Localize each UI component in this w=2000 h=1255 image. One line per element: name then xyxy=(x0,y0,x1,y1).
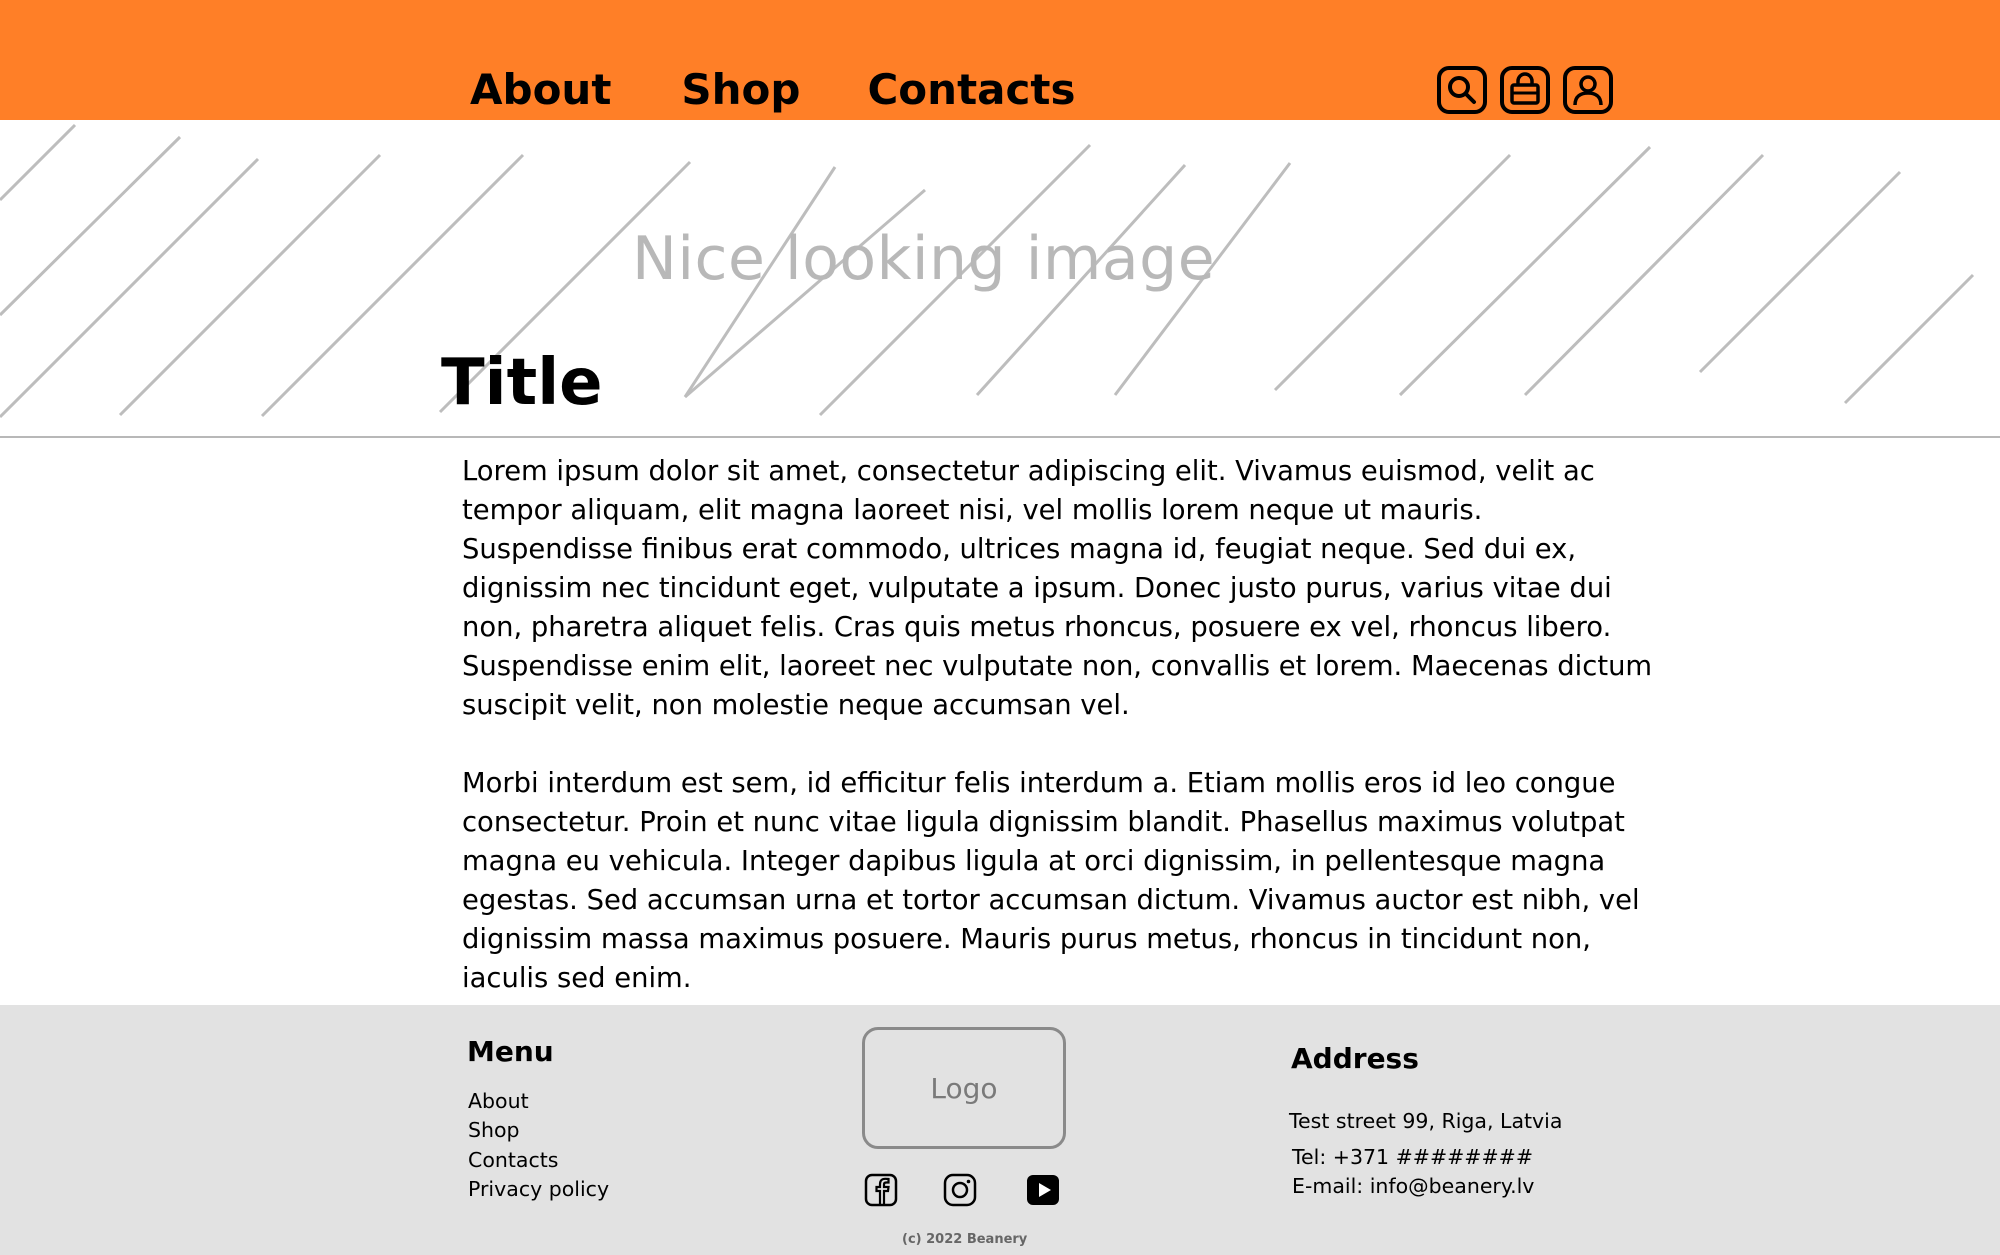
footer-menu-item: About xyxy=(468,1087,609,1116)
page-title: Title xyxy=(441,346,603,420)
facebook-link[interactable] xyxy=(864,1173,898,1207)
address-email: E-mail: info@beanery.lv xyxy=(1292,1174,1535,1198)
nav-contacts-link[interactable]: Contacts xyxy=(867,62,1075,118)
footer-link-shop[interactable]: Shop xyxy=(468,1118,520,1142)
instagram-link[interactable] xyxy=(943,1173,977,1207)
footer-menu-item: Privacy policy xyxy=(468,1175,609,1204)
youtube-icon xyxy=(1027,1175,1059,1205)
user-icon xyxy=(1573,75,1603,106)
logo-text: Logo xyxy=(930,1071,998,1105)
site-header: About Shop Contacts xyxy=(0,0,2000,120)
copyright-text: (c) 2022 Beanery xyxy=(902,1232,1028,1247)
hero-image-placeholder: Nice looking image Title xyxy=(0,120,2000,438)
footer-menu: About Shop Contacts Privacy policy xyxy=(468,1087,609,1204)
body-paragraph-2: Morbi interdum est sem, id efficitur fel… xyxy=(462,768,1640,994)
search-icon xyxy=(1448,76,1476,104)
nav-shop-link[interactable]: Shop xyxy=(681,62,800,118)
instagram-icon xyxy=(943,1173,977,1207)
footer-link-privacy[interactable]: Privacy policy xyxy=(468,1177,609,1201)
footer-menu-item: Shop xyxy=(468,1116,609,1145)
nav-about-link[interactable]: About xyxy=(470,62,611,118)
footer-address-heading: Address xyxy=(1291,1042,1419,1075)
footer-link-about[interactable]: About xyxy=(468,1089,529,1113)
account-button[interactable] xyxy=(1563,66,1613,114)
site-footer: Menu About Shop Contacts Privacy policy … xyxy=(0,1005,2000,1255)
footer-link-contacts[interactable]: Contacts xyxy=(468,1148,558,1172)
youtube-link[interactable] xyxy=(1026,1173,1060,1207)
cart-button[interactable] xyxy=(1500,66,1550,114)
facebook-icon xyxy=(864,1173,898,1207)
main-nav: About Shop Contacts xyxy=(470,62,1075,118)
footer-menu-heading: Menu xyxy=(467,1035,554,1068)
footer-logo[interactable]: Logo xyxy=(862,1027,1066,1149)
hero-caption: Nice looking image xyxy=(632,224,1216,294)
main-content: Lorem ipsum dolor sit amet, consectetur … xyxy=(462,452,1662,1037)
bag-icon xyxy=(1510,72,1540,105)
body-paragraph-1: Lorem ipsum dolor sit amet, consectetur … xyxy=(462,456,1653,721)
footer-menu-item: Contacts xyxy=(468,1146,609,1175)
header-icons xyxy=(1437,66,1613,114)
search-button[interactable] xyxy=(1437,66,1487,114)
address-phone: Tel: +371 ######## xyxy=(1292,1145,1534,1169)
address-street: Test street 99, Riga, Latvia xyxy=(1289,1109,1563,1133)
